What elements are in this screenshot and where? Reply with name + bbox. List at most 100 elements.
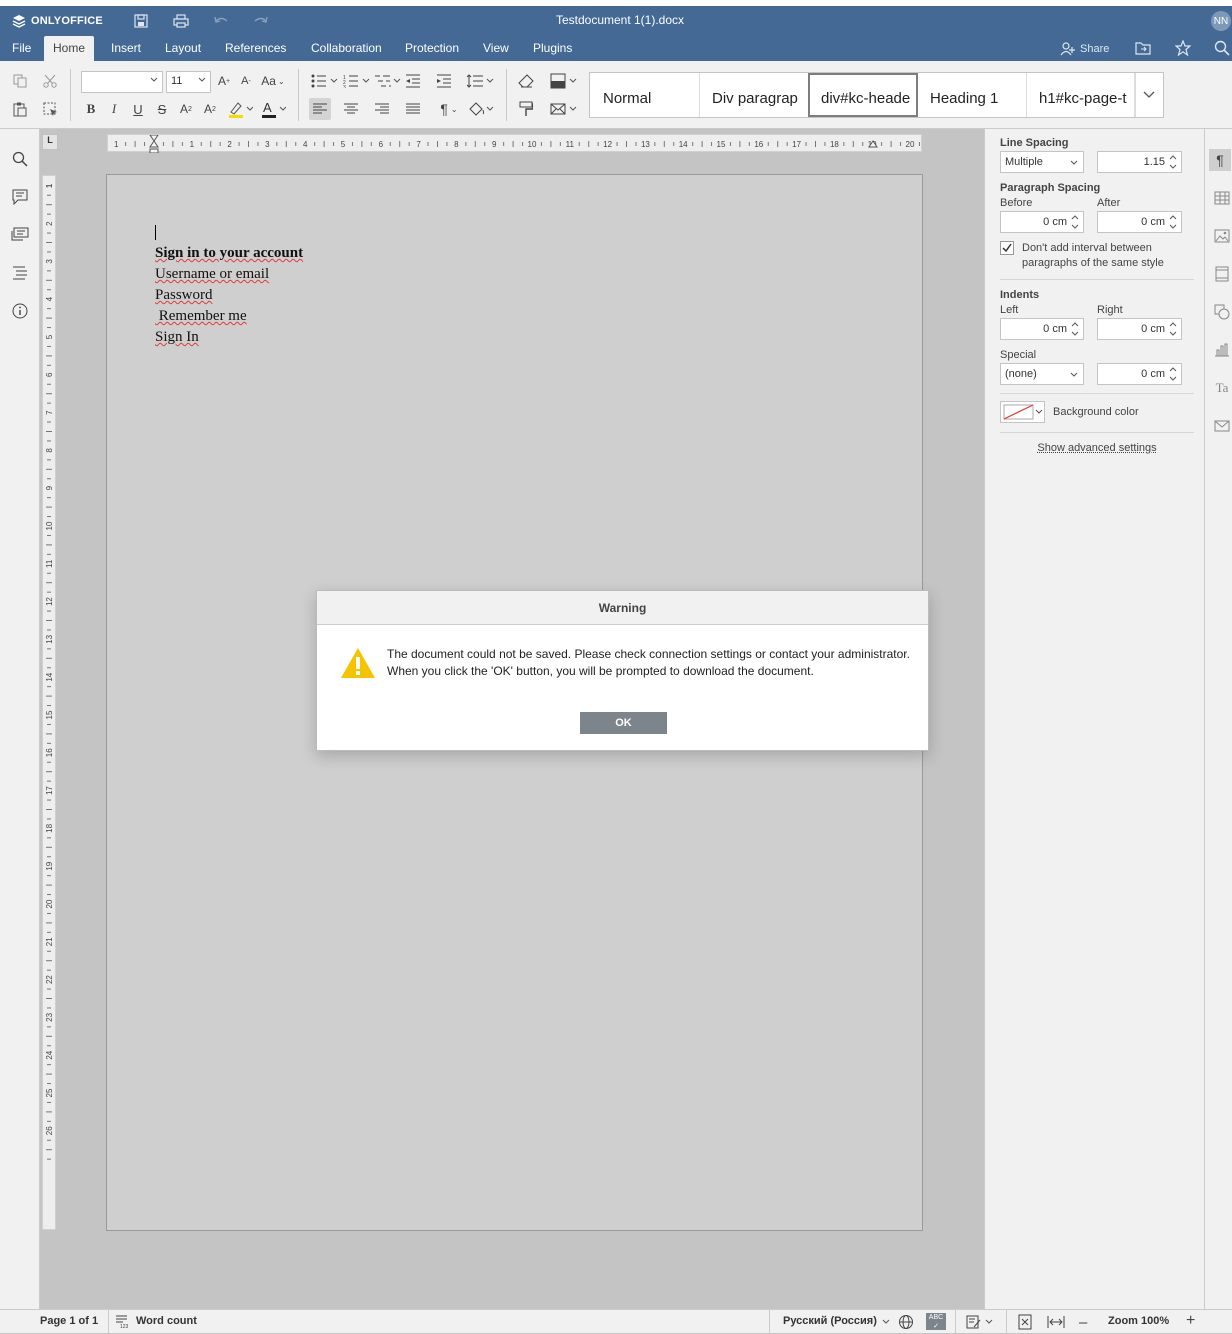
spinner-arrows-icon[interactable] (1070, 213, 1080, 231)
document-language-globe-icon[interactable] (898, 1314, 914, 1333)
tab-protection[interactable]: Protection (396, 36, 468, 61)
align-right-icon[interactable] (371, 98, 393, 120)
select-all-icon[interactable] (39, 98, 61, 120)
document-text-line[interactable]: Password (155, 287, 213, 304)
user-avatar[interactable]: NN (1211, 11, 1231, 31)
table-settings-icon[interactable] (1211, 187, 1232, 209)
show-advanced-settings-link[interactable]: Show advanced settings (1000, 442, 1194, 454)
multilevel-list-icon[interactable] (373, 70, 403, 92)
save-icon[interactable] (132, 12, 150, 30)
align-center-icon[interactable] (340, 98, 362, 120)
spell-check-icon[interactable]: ABC ✓ (926, 1313, 946, 1330)
tab-collaboration[interactable]: Collaboration (302, 36, 391, 61)
comments-icon[interactable] (10, 187, 30, 207)
decrease-indent-icon[interactable] (402, 70, 424, 92)
vertical-ruler[interactable]: 1 1 2 3 4 5 6 7 8 9 10 11 12 13 14 15 16 17 18 19 20 21 22 23 24… (42, 175, 56, 1230)
style-div-kc-header[interactable]: div#kc-heade (808, 73, 918, 117)
style-normal[interactable]: Normal (590, 73, 700, 117)
tab-file[interactable]: File (3, 36, 40, 61)
font-color-icon[interactable]: A (258, 98, 288, 120)
paste-icon[interactable] (9, 98, 31, 120)
bullets-icon[interactable] (310, 70, 340, 92)
style-h1-kc-page-title[interactable]: h1#kc-page-t (1026, 73, 1136, 117)
font-name-select[interactable] (81, 71, 163, 93)
mail-merge-settings-icon[interactable] (1211, 415, 1232, 437)
tab-view[interactable]: View (474, 36, 518, 61)
italic-icon[interactable]: I (103, 98, 125, 120)
styles-expand-button[interactable] (1134, 73, 1163, 117)
superscript-icon[interactable]: A2 (175, 98, 197, 120)
clear-style-eraser-icon[interactable] (515, 70, 537, 92)
highlight-color-icon[interactable] (225, 98, 255, 120)
dont-add-interval-checkbox[interactable] (1000, 241, 1014, 255)
language-select[interactable]: Русский (Россия) (783, 1315, 877, 1327)
indent-right-spinner[interactable]: 0 cm (1097, 318, 1182, 340)
undo-icon[interactable] (212, 12, 230, 30)
special-indent-spinner[interactable]: 0 cm (1097, 363, 1182, 385)
tab-insert[interactable]: Insert (102, 36, 150, 61)
subscript-icon[interactable]: A2 (199, 98, 221, 120)
justify-icon[interactable] (402, 98, 424, 120)
navigation-headings-icon[interactable] (10, 263, 30, 283)
paragraph-shading-icon[interactable] (466, 98, 496, 120)
background-color-picker[interactable] (1000, 401, 1045, 423)
search-icon[interactable] (10, 149, 30, 169)
favorite-star-icon[interactable] (1174, 39, 1192, 57)
zoom-out-button[interactable]: – (1079, 1314, 1087, 1331)
font-size-select[interactable]: 11 (166, 71, 211, 93)
underline-icon[interactable]: U (127, 98, 149, 120)
chart-settings-icon[interactable] (1211, 339, 1232, 361)
bold-icon[interactable]: B (80, 98, 102, 120)
page-indicator[interactable]: Page 1 of 1 (40, 1315, 98, 1327)
spinner-arrows-icon[interactable] (1168, 153, 1178, 171)
share-button[interactable]: Share (1060, 40, 1109, 57)
indent-left-spinner[interactable]: 0 cm (1000, 318, 1084, 340)
horizontal-ruler[interactable]: 11234567891011121314151617181920 (107, 134, 922, 152)
print-icon[interactable] (172, 12, 190, 30)
document-text-line[interactable]: Remember me (155, 308, 247, 325)
color-scheme-icon[interactable] (549, 70, 579, 92)
style-heading-1[interactable]: Heading 1 (917, 73, 1027, 117)
document-heading-line[interactable]: Sign in to your account (155, 245, 303, 262)
document-text-line[interactable]: Sign In (155, 329, 199, 346)
mail-merge-icon[interactable] (549, 98, 579, 120)
fit-to-width-icon[interactable] (1047, 1315, 1065, 1332)
open-location-icon[interactable] (1134, 39, 1152, 57)
tab-layout[interactable]: Layout (156, 36, 210, 61)
spinner-arrows-icon[interactable] (1168, 320, 1178, 338)
fit-to-page-icon[interactable] (1017, 1314, 1033, 1333)
change-case-icon[interactable]: Aa ⌄ (258, 70, 288, 92)
cut-icon[interactable] (39, 70, 61, 92)
copy-style-icon[interactable] (515, 98, 537, 120)
word-count-button[interactable]: Word count (136, 1315, 197, 1327)
text-art-settings-icon[interactable]: Ta (1211, 377, 1232, 399)
spacing-before-spinner[interactable]: 0 cm (1000, 211, 1084, 233)
line-spacing-icon[interactable] (466, 70, 496, 92)
increase-font-icon[interactable]: A + (213, 70, 235, 92)
strikethrough-icon[interactable]: S (151, 98, 173, 120)
paragraph-settings-icon[interactable]: ¶ (1209, 149, 1231, 171)
tab-references[interactable]: References (216, 36, 295, 61)
zoom-in-button[interactable]: + (1186, 1312, 1195, 1330)
tab-plugins[interactable]: Plugins (524, 36, 581, 61)
increase-indent-icon[interactable] (433, 70, 455, 92)
numbering-icon[interactable]: 123 (342, 70, 372, 92)
zoom-level[interactable]: Zoom 100% (1108, 1315, 1169, 1327)
search-icon[interactable] (1213, 39, 1231, 57)
line-spacing-value-spinner[interactable]: 1.15 (1097, 151, 1182, 173)
spinner-arrows-icon[interactable] (1070, 320, 1080, 338)
image-settings-icon[interactable] (1211, 225, 1232, 247)
spacing-after-spinner[interactable]: 0 cm (1097, 211, 1182, 233)
spinner-arrows-icon[interactable] (1168, 365, 1178, 383)
track-changes-icon[interactable] (966, 1314, 994, 1333)
copy-icon[interactable] (9, 70, 31, 92)
redo-icon[interactable] (252, 12, 270, 30)
line-spacing-type-select[interactable]: Multiple (1000, 151, 1084, 173)
tab-stop-selector[interactable]: L (42, 134, 58, 150)
about-info-icon[interactable] (10, 301, 30, 321)
tab-home[interactable]: Home (44, 36, 94, 61)
chat-icon[interactable] (10, 225, 30, 245)
align-left-icon[interactable] (309, 98, 331, 120)
decrease-font-icon[interactable]: A- (235, 70, 257, 92)
document-text-line[interactable]: Username or email (155, 266, 269, 283)
